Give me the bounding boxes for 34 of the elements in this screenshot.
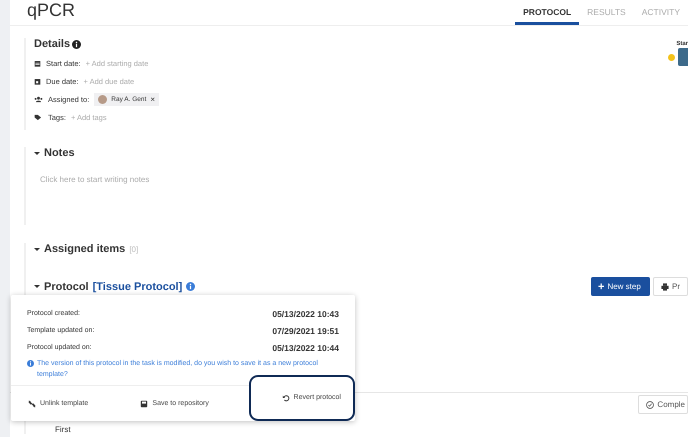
- calendar-icon: [34, 60, 41, 66]
- calendar-icon: [34, 78, 41, 84]
- broken-link-icon: [28, 400, 36, 408]
- users-icon: [34, 96, 43, 102]
- info-icon: [72, 40, 82, 48]
- caret-icon: [34, 285, 40, 288]
- section-title: Notes: [44, 147, 75, 159]
- info-value: 05/13/2022 10:44: [272, 342, 339, 352]
- plus-icon: +: [598, 280, 604, 292]
- caret-icon: [34, 248, 40, 250]
- new-step-button[interactable]: + New step: [591, 277, 650, 296]
- section-title: Assigned items: [44, 243, 126, 255]
- template-link[interactable]: [Tissue Protocol]: [92, 280, 182, 292]
- tab[interactable]: PROTOCOL: [515, 0, 580, 25]
- section-title: Details: [34, 38, 70, 50]
- print-button[interactable]: Pr: [653, 277, 688, 296]
- remove-button[interactable]: ×: [150, 94, 155, 104]
- avatar-icon: [98, 94, 108, 104]
- section-title: Protocol: [44, 280, 89, 292]
- caret-icon: [34, 152, 40, 154]
- undo-icon: [282, 394, 290, 402]
- info-icon: [27, 360, 34, 367]
- printer-icon: [661, 282, 669, 290]
- status-button[interactable]: [678, 48, 688, 66]
- info-value: 07/29/2021 19:51: [272, 326, 339, 336]
- info-icon: [186, 282, 196, 291]
- info-value: 05/13/2022 10:43: [272, 308, 339, 318]
- step-title: First: [55, 426, 71, 434]
- page-title: qPCR: [26, 0, 76, 20]
- item-count: [0]: [129, 244, 138, 254]
- check-circle-icon: [646, 400, 654, 408]
- warning-icon: [668, 54, 675, 60]
- tags-icon: [34, 114, 43, 120]
- complete-button[interactable]: Comple: [638, 395, 688, 414]
